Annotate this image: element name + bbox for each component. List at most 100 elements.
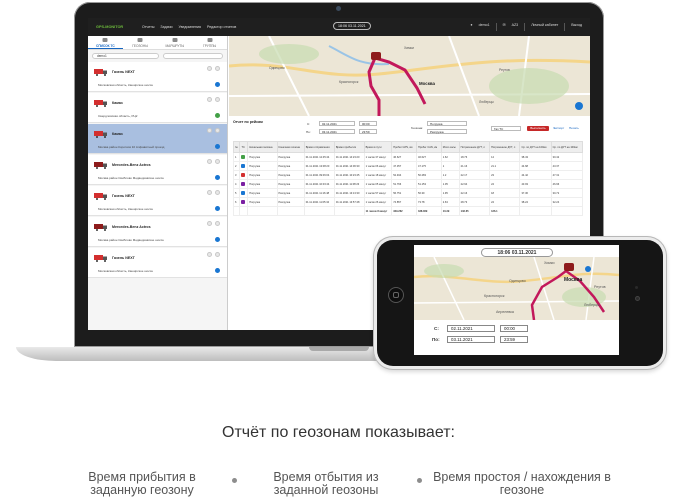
vehicle-toggle-icon[interactable]: [207, 97, 212, 102]
vehicle-toggle-icon[interactable]: [207, 221, 212, 226]
time-from-input[interactable]: 00:00: [359, 121, 377, 126]
date-to-input[interactable]: 03.11.2021: [319, 129, 355, 134]
table-row[interactable]: 4 Погрузка Разгрузка 01.11.2021 10:03:44 01.…: [232, 179, 584, 189]
phone-date-from-input[interactable]: 02.11.2021: [447, 325, 495, 332]
column-header[interactable]: Ср. по ДУТ на 100км: [550, 141, 584, 153]
phone-time-from-input[interactable]: 00:00: [500, 325, 528, 332]
nav-reports[interactable]: Отчеты: [142, 25, 154, 29]
column-header[interactable]: Время прибытия: [333, 141, 365, 153]
geozone-end-select[interactable]: Разгрузка: [427, 129, 467, 134]
nav-report-editor[interactable]: Редактор отчетов: [207, 25, 236, 29]
column-header[interactable]: Время в пути: [363, 141, 393, 153]
vehicle-menu-icon[interactable]: [215, 66, 220, 71]
table-row[interactable]: 5 Погрузка Разгрузка 01.11.2021 11:16:48 01.…: [232, 188, 584, 198]
column-header[interactable]: Потраченное ДУТ, л: [489, 141, 521, 153]
laptop-map[interactable]: Одинцово Москва Химки Люберцы Реутов Кра…: [229, 36, 590, 116]
vehicle-name: Mercedes-Benz Actros: [112, 163, 151, 167]
vehicle-name: Mercedes-Benz Actros: [112, 225, 151, 229]
laptop-camera: [336, 6, 341, 11]
table-row[interactable]: 6 Погрузка Разгрузка 01.11.2021 11:05:34 01.…: [232, 197, 584, 207]
vehicle-toggle-icon[interactable]: [207, 252, 212, 257]
phone-map[interactable]: Москва Одинцово Люберцы Реутов Красногор…: [414, 257, 619, 320]
column-header[interactable]: Начальная геозона: [247, 141, 278, 153]
groups-icon: [207, 38, 213, 42]
column-header[interactable]: Ср. по ДУТ на 100км: [519, 141, 552, 153]
print-link[interactable]: Печать: [569, 126, 579, 130]
export-link[interactable]: Экспорт: [553, 126, 564, 130]
feature-bullet: [232, 478, 237, 483]
column-header[interactable]: Пробег CAN, км: [416, 141, 442, 153]
vehicle-menu-icon[interactable]: [215, 221, 220, 226]
map-label: Апрелевка: [496, 310, 514, 314]
vehicle-menu-icon[interactable]: [215, 128, 220, 133]
vehicle-menu-icon[interactable]: [215, 97, 220, 102]
vehicle-item[interactable]: Mercedes-Benz Actros Москва район Свиблов…: [88, 217, 227, 247]
column-header[interactable]: Время отправления: [303, 141, 335, 153]
messages-icon[interactable]: ✉: [503, 23, 506, 31]
vehicle-status-icon: [215, 144, 220, 149]
phone-time-to-input[interactable]: 23:59: [500, 336, 528, 343]
time-to-input[interactable]: 23:59: [359, 129, 377, 134]
tab-routes[interactable]: МАРШРУТЫ: [158, 36, 193, 49]
vehicle-item[interactable]: Камаз Свердловская область, РЦ2: [88, 93, 227, 123]
vehicle-item[interactable]: Mercedes-Benz Actros Москва район Свиблов…: [88, 155, 227, 185]
geozone-start-select[interactable]: Погрузка: [427, 121, 467, 126]
run-report-button[interactable]: Выполнить: [527, 126, 549, 131]
vehicle-item[interactable]: Газель NEXT Московская область, Каширское…: [88, 248, 227, 278]
table-cell: 47.175: [416, 161, 442, 171]
vehicle-toggle-icon[interactable]: [207, 190, 212, 195]
vehicle-toggle-icon[interactable]: [207, 66, 212, 71]
column-header[interactable]: Потраченное ДУТ, л: [458, 141, 491, 153]
vehicle-select[interactable]: Газ ТС: [491, 126, 521, 131]
table-row[interactable]: 1 Погрузка Разгрузка 01.11.2021 12:45:44 01.…: [232, 152, 584, 162]
truck-icon: [94, 224, 107, 231]
tab-vehicles[interactable]: СПИСОК ТС: [88, 36, 123, 49]
tab-groups[interactable]: ГРУППЫ: [192, 36, 227, 49]
topbar-divider: [495, 23, 497, 31]
vehicle-item[interactable]: Камаз Москва район Коротков 10 Алфавитный…: [88, 124, 227, 154]
table-cell: Погрузка: [247, 197, 278, 207]
vehicle-item[interactable]: Газель NEXT Московская область, Каширское…: [88, 186, 227, 216]
table-cell: [550, 206, 584, 216]
vehicle-toggle-icon[interactable]: [207, 159, 212, 164]
column-header[interactable]: ТС: [239, 141, 249, 153]
table-row[interactable]: 2 Погрузка Разгрузка 01.11.2021 13:08:20 01.…: [232, 161, 584, 171]
vehicle-toggle-icon[interactable]: [207, 128, 212, 133]
vehicle-search-input[interactable]: demo1: [92, 53, 159, 59]
column-header[interactable]: Мото-часы: [440, 141, 460, 153]
tab-geozones[interactable]: ГЕОЗОНЫ: [123, 36, 158, 49]
nav-notifications[interactable]: Уведомления: [179, 25, 201, 29]
date-from-input[interactable]: 02.11.2021: [319, 121, 355, 126]
vehicle-menu-icon[interactable]: [215, 159, 220, 164]
table-cell: 46.96: [550, 179, 584, 189]
topbar-right: ● demo1 ✉ AZ3 Личный кабинет Выход: [470, 23, 582, 31]
table-cell: Погрузка: [247, 161, 278, 171]
home-button[interactable]: [388, 287, 404, 303]
vehicle-filter-input[interactable]: [163, 53, 223, 59]
cabinet-link[interactable]: Личный кабинет: [531, 23, 558, 31]
phone-date-to-input[interactable]: 03.11.2021: [447, 336, 495, 343]
table-cell: 23: [489, 170, 521, 180]
table-cell: 47.31: [550, 170, 584, 180]
table-cell: 01.11.2021 11:16:48: [303, 188, 335, 198]
table-cell: 44.42: [519, 170, 552, 180]
vehicle-menu-icon[interactable]: [215, 190, 220, 195]
user-name[interactable]: demo1: [479, 23, 490, 31]
app-logo[interactable]: GPS-MONITOR: [96, 25, 136, 29]
vehicle-name: Газель NEXT: [112, 70, 135, 74]
table-cell: 1.2: [440, 170, 460, 180]
vehicle-color-cell: [239, 197, 249, 207]
table-cell: 44.68: [519, 161, 552, 171]
table-row[interactable]: 3 Погрузка Разгрузка 01.11.2021 09:06:04 01.…: [232, 170, 584, 180]
vehicle-color-cell: [239, 179, 249, 189]
column-header[interactable]: Конечная геозона: [276, 141, 305, 153]
phone-period-form: С: 02.11.2021 00:00 По: 03.11.2021 23:59: [414, 320, 619, 355]
vehicle-menu-icon[interactable]: [215, 252, 220, 257]
table-cell: [333, 206, 365, 216]
column-header[interactable]: Пробег GPS, км: [391, 141, 417, 153]
logout-link[interactable]: Выход: [571, 23, 582, 31]
map-label: Одинцово: [509, 279, 526, 283]
nav-tasks[interactable]: Задачи: [160, 25, 172, 29]
vehicle-color-icon: [241, 163, 246, 168]
vehicle-item[interactable]: Газель NEXT Московская область, Каширское…: [88, 62, 227, 92]
